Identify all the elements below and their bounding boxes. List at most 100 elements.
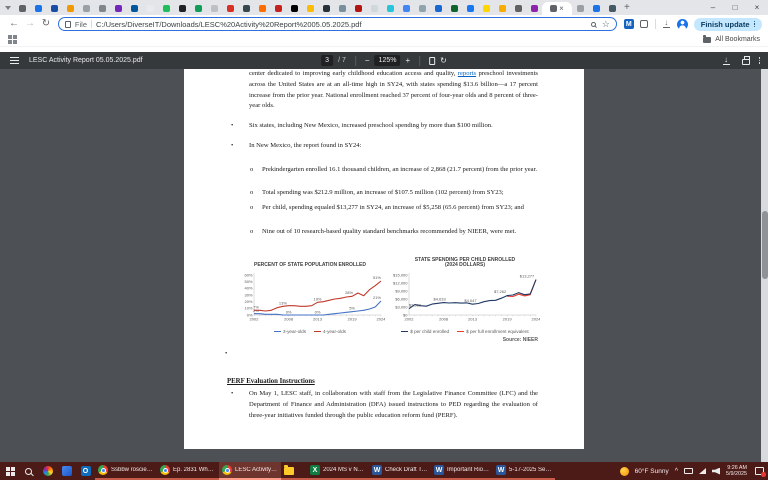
browser-tab[interactable] bbox=[414, 2, 430, 15]
browser-tab[interactable] bbox=[78, 2, 94, 15]
browser-tab[interactable] bbox=[62, 2, 78, 15]
new-tab-button[interactable]: + bbox=[624, 2, 630, 13]
back-button[interactable]: ← bbox=[6, 16, 22, 32]
zoom-level[interactable]: 125% bbox=[375, 55, 401, 66]
browser-tab[interactable] bbox=[446, 2, 462, 15]
display-icon[interactable] bbox=[684, 468, 693, 474]
legend-item: $ per full enrollment equivalent bbox=[457, 329, 529, 334]
browser-tab[interactable] bbox=[286, 2, 302, 15]
profile-avatar[interactable] bbox=[677, 19, 688, 30]
browser-tab[interactable] bbox=[14, 2, 30, 15]
browser-tab[interactable] bbox=[366, 2, 382, 15]
taskbar-task-chrome[interactable]: Ssbbw roscie lisala... bbox=[95, 462, 157, 480]
fit-page-icon[interactable] bbox=[429, 57, 435, 65]
chart-legend: 3-year-olds4-year-olds bbox=[230, 329, 390, 334]
browser-tab[interactable] bbox=[398, 2, 414, 15]
maximize-button[interactable]: □ bbox=[724, 0, 746, 15]
zoom-text-icon[interactable] bbox=[591, 22, 596, 27]
browser-tab[interactable] bbox=[462, 2, 478, 15]
apps-grid-icon[interactable] bbox=[8, 35, 12, 39]
sub-bullet-prek: Prekindergarten enrolled 16.1 thousand c… bbox=[262, 165, 538, 176]
taskbar-task-word[interactable]: 5-17-2025 Senedes... bbox=[493, 462, 555, 480]
browser-menu-kebab-icon[interactable] bbox=[754, 21, 756, 28]
tab-favicon bbox=[291, 5, 298, 12]
minimize-button[interactable]: – bbox=[702, 0, 724, 15]
browser-tab[interactable] bbox=[334, 2, 350, 15]
reports-link[interactable]: reports bbox=[458, 70, 476, 77]
browser-tab[interactable] bbox=[430, 2, 446, 15]
chrome-icon bbox=[160, 465, 170, 475]
zoom-out-button[interactable]: − bbox=[365, 56, 370, 66]
browser-tab[interactable] bbox=[604, 2, 620, 15]
browser-tab[interactable] bbox=[254, 2, 270, 15]
pdf-menu-icon[interactable] bbox=[10, 60, 19, 61]
pdf-more-icon[interactable] bbox=[759, 57, 761, 64]
browser-tab[interactable] bbox=[46, 2, 62, 15]
reload-button[interactable]: ↻ bbox=[38, 16, 54, 32]
extension-m-icon[interactable]: M bbox=[624, 19, 634, 29]
close-button[interactable]: × bbox=[746, 0, 768, 15]
pdf-scrollbar-thumb[interactable] bbox=[762, 211, 768, 279]
clock[interactable]: 9:26 AM 5/9/2025 bbox=[726, 465, 747, 478]
hidden-icons-chevron[interactable]: ^ bbox=[675, 468, 678, 475]
pdf-download-icon[interactable]: ↓ bbox=[723, 57, 730, 65]
browser-tab[interactable] bbox=[206, 2, 222, 15]
taskbar-task-word[interactable]: Important Rio Gran... bbox=[431, 462, 493, 480]
browser-tab[interactable] bbox=[350, 2, 366, 15]
browser-tab[interactable] bbox=[494, 2, 510, 15]
browser-tab[interactable] bbox=[30, 2, 46, 15]
browser-tab[interactable] bbox=[238, 2, 254, 15]
blue-app-icon bbox=[62, 466, 72, 476]
start-button[interactable] bbox=[0, 462, 19, 480]
notification-center-icon[interactable] bbox=[755, 467, 764, 475]
browser-tab[interactable] bbox=[588, 2, 604, 15]
browser-tab[interactable] bbox=[174, 2, 190, 15]
search-button[interactable] bbox=[19, 462, 38, 480]
tab-list-caret-icon[interactable] bbox=[5, 6, 11, 10]
browser-tab[interactable] bbox=[158, 2, 174, 15]
volume-icon[interactable] bbox=[712, 468, 720, 475]
forward-button[interactable]: → bbox=[22, 16, 38, 32]
browser-tab[interactable] bbox=[94, 2, 110, 15]
tab-close-icon[interactable]: × bbox=[559, 5, 564, 13]
address-bar[interactable]: File C:/Users/DiverseIT/Downloads/LESC%2… bbox=[58, 17, 617, 31]
taskbar-task-chrome[interactable]: LESC Activity Repor... bbox=[219, 462, 281, 480]
taskbar-task-explorer[interactable] bbox=[281, 462, 307, 480]
pinned-app-outlook[interactable] bbox=[76, 462, 95, 480]
browser-tab[interactable] bbox=[572, 2, 588, 15]
pinned-app-colorful[interactable] bbox=[38, 462, 57, 480]
all-bookmarks-button[interactable]: All Bookmarks bbox=[703, 36, 760, 43]
browser-tab[interactable] bbox=[526, 2, 542, 15]
taskbar-task-chrome[interactable]: Ep. 2831 What's Mo... bbox=[157, 462, 219, 480]
network-icon[interactable] bbox=[699, 468, 706, 474]
browser-tab[interactable] bbox=[126, 2, 142, 15]
page-number-input[interactable]: 3 bbox=[321, 55, 333, 66]
browser-tab[interactable] bbox=[318, 2, 334, 15]
taskbar-task-excel[interactable]: 2024 MS v NM.xlsx ... bbox=[307, 462, 369, 480]
browser-tab[interactable] bbox=[478, 2, 494, 15]
toolbar-divider bbox=[655, 19, 656, 29]
browser-tab[interactable] bbox=[190, 2, 206, 15]
pinned-app-blue[interactable] bbox=[57, 462, 76, 480]
browser-tab[interactable] bbox=[270, 2, 286, 15]
browser-tab[interactable] bbox=[302, 2, 318, 15]
weather-icon[interactable] bbox=[620, 467, 629, 476]
browser-tab[interactable] bbox=[222, 2, 238, 15]
svg-text:2002: 2002 bbox=[405, 317, 415, 322]
rotate-icon[interactable]: ↻ bbox=[440, 56, 447, 66]
browser-tab[interactable] bbox=[110, 2, 126, 15]
pdf-print-icon[interactable] bbox=[742, 59, 750, 65]
bookmark-star-icon[interactable]: ☆ bbox=[602, 19, 610, 29]
browser-tab[interactable] bbox=[142, 2, 158, 15]
active-tab[interactable]: × bbox=[542, 2, 572, 15]
weather-label[interactable]: 60°F Sunny bbox=[635, 468, 669, 475]
svg-text:$9,000: $9,000 bbox=[395, 288, 408, 293]
legend-item: 4-year-olds bbox=[314, 329, 346, 334]
side-panel-icon[interactable] bbox=[640, 20, 648, 28]
downloads-icon[interactable]: ↓ bbox=[663, 20, 670, 28]
zoom-in-button[interactable]: + bbox=[405, 56, 410, 66]
finish-update-button[interactable]: Finish update bbox=[694, 18, 762, 31]
browser-tab[interactable] bbox=[510, 2, 526, 15]
taskbar-task-word[interactable]: Check Draft Templa... bbox=[369, 462, 431, 480]
browser-tab[interactable] bbox=[382, 2, 398, 15]
